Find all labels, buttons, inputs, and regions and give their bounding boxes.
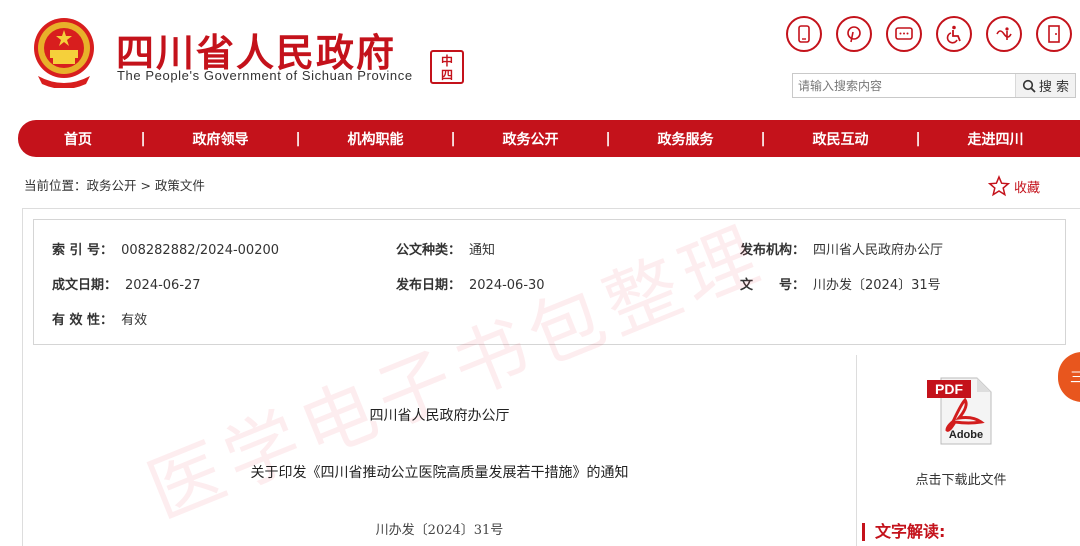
main-nav: 首页 | 政府领导 | 机构职能 | 政务公开 | 政务服务 | 政民互动 | …: [18, 120, 1080, 157]
nav-item-about-sichuan[interactable]: 走进四川: [923, 129, 1068, 149]
meta-doc-number: 文 号： 川办发〔2024〕31号: [740, 274, 941, 293]
site-header: 四川省人民政府 The People's Government of Sichu…: [0, 0, 1080, 118]
meta-org: 发布机构： 四川省人民政府办公厅: [740, 239, 943, 258]
side-float-label: 三: [1070, 370, 1080, 386]
meta-org-value: 四川省人民政府办公厅: [813, 243, 944, 258]
favorite-button[interactable]: 收藏: [988, 175, 1040, 197]
breadcrumb: 当前位置：政务公开 > 政策文件: [24, 178, 205, 193]
meta-number-label: 文 号：: [740, 278, 806, 293]
nav-item-leaders[interactable]: 政府领导: [148, 129, 293, 149]
nav-item-interaction[interactable]: 政民互动: [768, 129, 913, 149]
pdf-download-icon[interactable]: PDF Adobe: [925, 374, 997, 446]
nav-separator: |: [295, 130, 301, 147]
national-emblem-icon: [34, 18, 94, 88]
meta-index-label: 索 引 号：: [52, 243, 114, 258]
meta-published-value: 2024-06-30: [469, 278, 545, 293]
nav-item-gov-affairs[interactable]: 政务公开: [458, 129, 603, 149]
search-button[interactable]: 搜 索: [1015, 74, 1075, 97]
meta-published-label: 发布日期：: [396, 278, 462, 293]
nav-separator: |: [915, 130, 921, 147]
document-metadata: 索 引 号： 008282882/2024-00200 公文种类： 通知 发布机构：…: [33, 219, 1066, 345]
nav-separator: |: [605, 130, 611, 147]
search-input[interactable]: [793, 74, 1015, 97]
favorite-label: 收藏: [1014, 180, 1041, 196]
nav-item-functions[interactable]: 机构职能: [303, 129, 448, 149]
meta-validity: 有 效 性： 有效: [52, 309, 147, 328]
meta-type: 公文种类： 通知: [396, 239, 495, 258]
meta-org-label: 发布机构：: [740, 243, 806, 258]
download-file-link[interactable]: 点击下载此文件: [857, 469, 1065, 488]
document-title: 关于印发《四川省推动公立医院高质量发展若干措施》的通知: [250, 465, 629, 481]
elderly-icon[interactable]: [986, 16, 1022, 52]
meta-type-value: 通知: [469, 243, 496, 258]
exit-icon[interactable]: [1036, 16, 1072, 52]
text-interpretation-heading: 文字解读:: [862, 523, 945, 541]
accessibility-icon[interactable]: [936, 16, 972, 52]
meta-index-value: 008282882/2024-00200: [121, 243, 280, 258]
site-subtitle: The People's Government of Sichuan Provi…: [117, 68, 413, 83]
document-issuer: 四川省人民政府办公厅: [369, 408, 510, 424]
seal-logo: 中四: [430, 50, 464, 84]
pinterest-icon[interactable]: [836, 16, 872, 52]
nav-item-home[interactable]: 首页: [18, 129, 138, 149]
meta-validity-label: 有 效 性：: [52, 313, 114, 328]
nav-separator: |: [760, 130, 766, 147]
search-icon: [1022, 79, 1036, 93]
meta-published-date: 发布日期： 2024-06-30: [396, 274, 545, 293]
nav-separator: |: [450, 130, 456, 147]
document-number: 川办发〔2024〕31号: [375, 523, 504, 538]
meta-written-date: 成文日期： 2024-06-27: [52, 274, 201, 293]
sidebar-divider: [856, 355, 857, 546]
meta-type-label: 公文种类：: [396, 243, 462, 258]
message-icon[interactable]: [886, 16, 922, 52]
meta-index: 索 引 号： 008282882/2024-00200: [52, 239, 279, 258]
pdf-label: PDF: [935, 381, 963, 397]
meta-written-value: 2024-06-27: [125, 278, 201, 293]
search-box: 搜 索: [792, 73, 1076, 98]
search-button-label: 搜 索: [1038, 80, 1070, 95]
toolbar-icons: [786, 16, 1072, 52]
adobe-label: Adobe: [949, 429, 983, 441]
star-icon: [988, 175, 1010, 197]
nav-item-services[interactable]: 政务服务: [613, 129, 758, 149]
nav-separator: |: [140, 130, 146, 147]
meta-validity-value: 有效: [121, 313, 148, 328]
meta-number-value: 川办发〔2024〕31号: [813, 278, 941, 293]
meta-written-label: 成文日期：: [52, 278, 118, 293]
mobile-icon[interactable]: [786, 16, 822, 52]
